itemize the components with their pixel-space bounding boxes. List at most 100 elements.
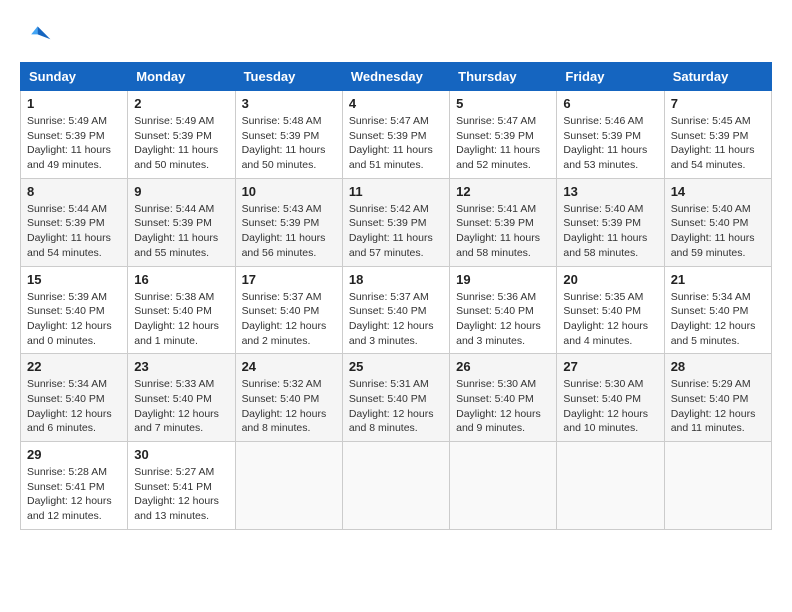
- calendar-day-cell: 9 Sunrise: 5:44 AM Sunset: 5:39 PM Dayli…: [128, 178, 235, 266]
- daylight-label: Daylight: 11 hours and 52 minutes.: [456, 144, 540, 171]
- daylight-label: Daylight: 11 hours and 58 minutes.: [456, 232, 540, 259]
- calendar-day-cell: 22 Sunrise: 5:34 AM Sunset: 5:40 PM Dayl…: [21, 354, 128, 442]
- day-info: Sunrise: 5:31 AM Sunset: 5:40 PM Dayligh…: [349, 377, 443, 436]
- sunrise-label: Sunrise: 5:32 AM: [242, 378, 322, 390]
- calendar-day-cell: 2 Sunrise: 5:49 AM Sunset: 5:39 PM Dayli…: [128, 91, 235, 179]
- sunset-label: Sunset: 5:39 PM: [242, 217, 320, 229]
- sunrise-label: Sunrise: 5:40 AM: [563, 203, 643, 215]
- daylight-label: Daylight: 11 hours and 51 minutes.: [349, 144, 433, 171]
- sunrise-label: Sunrise: 5:41 AM: [456, 203, 536, 215]
- day-info: Sunrise: 5:33 AM Sunset: 5:40 PM Dayligh…: [134, 377, 228, 436]
- day-of-week-header: Friday: [557, 63, 664, 91]
- day-number: 24: [242, 359, 336, 374]
- calendar-table: SundayMondayTuesdayWednesdayThursdayFrid…: [20, 62, 772, 530]
- day-of-week-header: Wednesday: [342, 63, 449, 91]
- day-number: 29: [27, 447, 121, 462]
- sunset-label: Sunset: 5:39 PM: [27, 130, 105, 142]
- day-number: 11: [349, 184, 443, 199]
- day-number: 27: [563, 359, 657, 374]
- day-number: 19: [456, 272, 550, 287]
- day-info: Sunrise: 5:35 AM Sunset: 5:40 PM Dayligh…: [563, 290, 657, 349]
- day-of-week-header: Tuesday: [235, 63, 342, 91]
- calendar-week-row: 22 Sunrise: 5:34 AM Sunset: 5:40 PM Dayl…: [21, 354, 772, 442]
- day-info: Sunrise: 5:44 AM Sunset: 5:39 PM Dayligh…: [134, 202, 228, 261]
- calendar-day-cell: 16 Sunrise: 5:38 AM Sunset: 5:40 PM Dayl…: [128, 266, 235, 354]
- day-info: Sunrise: 5:41 AM Sunset: 5:39 PM Dayligh…: [456, 202, 550, 261]
- calendar-day-cell: [342, 442, 449, 530]
- day-number: 4: [349, 96, 443, 111]
- sunset-label: Sunset: 5:39 PM: [563, 217, 641, 229]
- logo: [20, 20, 56, 52]
- day-of-week-header: Sunday: [21, 63, 128, 91]
- sunset-label: Sunset: 5:40 PM: [27, 305, 105, 317]
- day-info: Sunrise: 5:46 AM Sunset: 5:39 PM Dayligh…: [563, 114, 657, 173]
- day-info: Sunrise: 5:40 AM Sunset: 5:40 PM Dayligh…: [671, 202, 765, 261]
- daylight-label: Daylight: 12 hours and 4 minutes.: [563, 320, 648, 347]
- day-info: Sunrise: 5:47 AM Sunset: 5:39 PM Dayligh…: [456, 114, 550, 173]
- calendar-day-cell: 15 Sunrise: 5:39 AM Sunset: 5:40 PM Dayl…: [21, 266, 128, 354]
- calendar-day-cell: 19 Sunrise: 5:36 AM Sunset: 5:40 PM Dayl…: [450, 266, 557, 354]
- daylight-label: Daylight: 12 hours and 8 minutes.: [349, 408, 434, 435]
- day-info: Sunrise: 5:44 AM Sunset: 5:39 PM Dayligh…: [27, 202, 121, 261]
- calendar-day-cell: 10 Sunrise: 5:43 AM Sunset: 5:39 PM Dayl…: [235, 178, 342, 266]
- day-number: 1: [27, 96, 121, 111]
- day-number: 22: [27, 359, 121, 374]
- day-number: 6: [563, 96, 657, 111]
- sunset-label: Sunset: 5:40 PM: [242, 305, 320, 317]
- daylight-label: Daylight: 12 hours and 3 minutes.: [349, 320, 434, 347]
- sunset-label: Sunset: 5:40 PM: [349, 305, 427, 317]
- day-info: Sunrise: 5:28 AM Sunset: 5:41 PM Dayligh…: [27, 465, 121, 524]
- sunrise-label: Sunrise: 5:43 AM: [242, 203, 322, 215]
- day-info: Sunrise: 5:39 AM Sunset: 5:40 PM Dayligh…: [27, 290, 121, 349]
- daylight-label: Daylight: 12 hours and 1 minute.: [134, 320, 219, 347]
- calendar-day-cell: 29 Sunrise: 5:28 AM Sunset: 5:41 PM Dayl…: [21, 442, 128, 530]
- sunset-label: Sunset: 5:39 PM: [349, 130, 427, 142]
- sunrise-label: Sunrise: 5:34 AM: [671, 291, 751, 303]
- sunrise-label: Sunrise: 5:30 AM: [456, 378, 536, 390]
- calendar-day-cell: 6 Sunrise: 5:46 AM Sunset: 5:39 PM Dayli…: [557, 91, 664, 179]
- day-number: 13: [563, 184, 657, 199]
- calendar-day-cell: 27 Sunrise: 5:30 AM Sunset: 5:40 PM Dayl…: [557, 354, 664, 442]
- calendar-day-cell: [557, 442, 664, 530]
- sunset-label: Sunset: 5:40 PM: [27, 393, 105, 405]
- day-number: 18: [349, 272, 443, 287]
- sunset-label: Sunset: 5:39 PM: [134, 217, 212, 229]
- daylight-label: Daylight: 11 hours and 54 minutes.: [671, 144, 755, 171]
- daylight-label: Daylight: 12 hours and 11 minutes.: [671, 408, 756, 435]
- day-number: 10: [242, 184, 336, 199]
- calendar-week-row: 15 Sunrise: 5:39 AM Sunset: 5:40 PM Dayl…: [21, 266, 772, 354]
- daylight-label: Daylight: 11 hours and 50 minutes.: [134, 144, 218, 171]
- daylight-label: Daylight: 12 hours and 9 minutes.: [456, 408, 541, 435]
- day-number: 20: [563, 272, 657, 287]
- day-info: Sunrise: 5:37 AM Sunset: 5:40 PM Dayligh…: [242, 290, 336, 349]
- sunrise-label: Sunrise: 5:37 AM: [349, 291, 429, 303]
- calendar-day-cell: 20 Sunrise: 5:35 AM Sunset: 5:40 PM Dayl…: [557, 266, 664, 354]
- daylight-label: Daylight: 11 hours and 53 minutes.: [563, 144, 647, 171]
- calendar-day-cell: 24 Sunrise: 5:32 AM Sunset: 5:40 PM Dayl…: [235, 354, 342, 442]
- day-info: Sunrise: 5:37 AM Sunset: 5:40 PM Dayligh…: [349, 290, 443, 349]
- sunset-label: Sunset: 5:40 PM: [671, 393, 749, 405]
- sunrise-label: Sunrise: 5:37 AM: [242, 291, 322, 303]
- calendar-day-cell: 25 Sunrise: 5:31 AM Sunset: 5:40 PM Dayl…: [342, 354, 449, 442]
- daylight-label: Daylight: 12 hours and 10 minutes.: [563, 408, 648, 435]
- sunset-label: Sunset: 5:41 PM: [134, 481, 212, 493]
- day-number: 5: [456, 96, 550, 111]
- day-info: Sunrise: 5:36 AM Sunset: 5:40 PM Dayligh…: [456, 290, 550, 349]
- sunset-label: Sunset: 5:40 PM: [563, 393, 641, 405]
- day-of-week-header: Thursday: [450, 63, 557, 91]
- day-info: Sunrise: 5:29 AM Sunset: 5:40 PM Dayligh…: [671, 377, 765, 436]
- sunrise-label: Sunrise: 5:48 AM: [242, 115, 322, 127]
- calendar-day-cell: 21 Sunrise: 5:34 AM Sunset: 5:40 PM Dayl…: [664, 266, 771, 354]
- daylight-label: Daylight: 11 hours and 50 minutes.: [242, 144, 326, 171]
- sunrise-label: Sunrise: 5:28 AM: [27, 466, 107, 478]
- calendar-day-cell: 4 Sunrise: 5:47 AM Sunset: 5:39 PM Dayli…: [342, 91, 449, 179]
- calendar-week-row: 1 Sunrise: 5:49 AM Sunset: 5:39 PM Dayli…: [21, 91, 772, 179]
- day-info: Sunrise: 5:48 AM Sunset: 5:39 PM Dayligh…: [242, 114, 336, 173]
- calendar-day-cell: [235, 442, 342, 530]
- sunrise-label: Sunrise: 5:44 AM: [27, 203, 107, 215]
- sunrise-label: Sunrise: 5:29 AM: [671, 378, 751, 390]
- day-number: 23: [134, 359, 228, 374]
- calendar-day-cell: 26 Sunrise: 5:30 AM Sunset: 5:40 PM Dayl…: [450, 354, 557, 442]
- daylight-label: Daylight: 12 hours and 7 minutes.: [134, 408, 219, 435]
- day-number: 28: [671, 359, 765, 374]
